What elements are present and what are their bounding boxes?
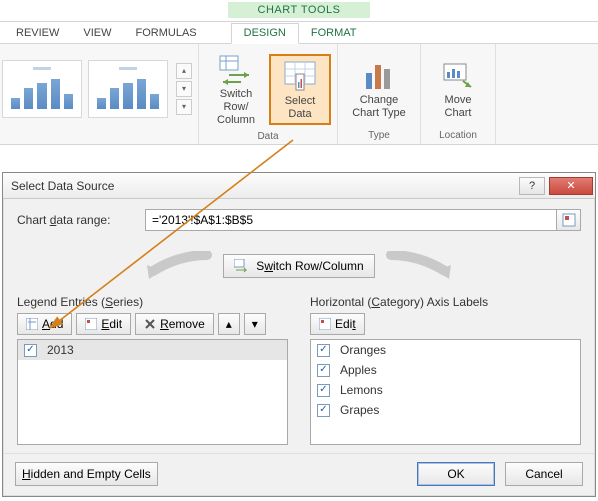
group-data: Switch Row/Column [199, 44, 338, 144]
category-label: Grapes [340, 403, 379, 417]
list-item[interactable]: ✓ Grapes [311, 400, 580, 420]
edit-icon [85, 318, 97, 330]
chart-data-range-row: Chart data range: [17, 209, 581, 231]
remove-series-button[interactable]: Remove [135, 313, 214, 335]
switch-row-column-dialog-button[interactable]: Switch Row/Column [223, 254, 374, 278]
tab-format[interactable]: FORMAT [299, 24, 369, 43]
ok-button[interactable]: OK [417, 462, 495, 486]
chevron-up-icon: ▴ [226, 317, 232, 331]
series-listbox[interactable]: ✓ 2013 [17, 339, 288, 445]
chart-style-1[interactable] [2, 60, 82, 118]
cancel-button[interactable]: Cancel [505, 462, 583, 486]
switch-icon [234, 259, 250, 273]
chart-data-range-input[interactable] [145, 209, 557, 231]
list-item[interactable]: ✓ Apples [311, 360, 580, 380]
select-data-source-dialog: Select Data Source ? ✕ Chart data range: [2, 172, 596, 497]
series-label: 2013 [47, 343, 74, 357]
add-icon [26, 318, 38, 330]
ribbon-groups: ▴ ▾ ▾ [0, 44, 598, 144]
category-label: Oranges [340, 343, 386, 357]
group-caption-data: Data [257, 130, 278, 143]
checkbox[interactable]: ✓ [317, 384, 330, 397]
list-item[interactable]: ✓ Oranges [311, 340, 580, 360]
tab-formulas[interactable]: FORMULAS [124, 24, 209, 43]
range-selector-button[interactable] [557, 209, 581, 231]
chevron-down-icon: ▾ [252, 317, 258, 331]
change-chart-type-button[interactable]: ChangeChart Type [344, 54, 414, 123]
edit-icon [319, 318, 331, 330]
help-button[interactable]: ? [519, 177, 545, 195]
arrow-left-icon [129, 251, 213, 281]
hidden-empty-cells-button[interactable]: Hidden and Empty Cells [15, 462, 158, 486]
edit-axis-labels-button[interactable]: Edit [310, 313, 365, 335]
ribbon: CHART TOOLS REVIEW VIEW FORMULAS DESIGN … [0, 0, 598, 145]
checkbox[interactable]: ✓ [24, 344, 37, 357]
arrow-right-icon [385, 251, 469, 281]
close-button[interactable]: ✕ [549, 177, 593, 195]
group-location: MoveChart Location [421, 44, 496, 144]
change-chart-type-icon [362, 59, 396, 91]
chart-data-range-label: Chart data range: [17, 213, 145, 227]
list-item[interactable]: ✓ Lemons [311, 380, 580, 400]
chart-style-scroll-down-icon[interactable]: ▾ [176, 81, 192, 97]
group-caption-location: Location [439, 129, 477, 142]
dialog-footer: Hidden and Empty Cells OK Cancel [3, 453, 595, 496]
chart-style-2[interactable] [88, 60, 168, 118]
select-data-button[interactable]: SelectData [269, 54, 331, 125]
switch-row-column-button[interactable]: Switch Row/Column [205, 48, 267, 130]
list-item[interactable]: ✓ 2013 [18, 340, 287, 360]
help-icon: ? [529, 180, 535, 192]
chart-tools-contextual-tab: CHART TOOLS [0, 0, 598, 22]
dialog-title: Select Data Source [11, 179, 114, 193]
select-data-icon [283, 60, 317, 92]
group-caption-type: Type [368, 129, 390, 142]
legend-entries-section: Legend Entries (Series) Add Edit Remove [17, 295, 288, 445]
range-selector-icon [562, 213, 576, 227]
edit-series-button[interactable]: Edit [76, 313, 131, 335]
tab-view[interactable]: VIEW [71, 24, 123, 43]
chart-style-more-icon[interactable]: ▾ [176, 99, 192, 115]
category-label: Apples [340, 363, 377, 377]
checkbox[interactable]: ✓ [317, 364, 330, 377]
axis-labels-listbox[interactable]: ✓ Oranges ✓ Apples ✓ Lemons ✓ Grapes [310, 339, 581, 445]
chart-style-scroll-up-icon[interactable]: ▴ [176, 63, 192, 79]
group-caption-chart-styles [95, 129, 98, 142]
move-series-up-button[interactable]: ▴ [218, 313, 240, 335]
checkbox[interactable]: ✓ [317, 344, 330, 357]
legend-entries-title: Legend Entries (Series) [17, 295, 288, 309]
group-chart-styles: ▴ ▾ ▾ [0, 44, 199, 144]
axis-labels-title: Horizontal (Category) Axis Labels [310, 295, 581, 309]
axis-labels-section: Horizontal (Category) Axis Labels Edit ✓… [310, 295, 581, 445]
switch-row-column-row: Switch Row/Column [17, 251, 581, 281]
close-icon: ✕ [566, 179, 575, 192]
move-chart-button[interactable]: MoveChart [427, 54, 489, 123]
move-series-down-button[interactable]: ▾ [244, 313, 266, 335]
category-label: Lemons [340, 383, 383, 397]
group-type: ChangeChart Type Type [338, 44, 421, 144]
ribbon-tabs: REVIEW VIEW FORMULAS DESIGN FORMAT [0, 22, 598, 44]
tab-review[interactable]: REVIEW [4, 24, 71, 43]
tab-design[interactable]: DESIGN [231, 23, 299, 44]
switch-row-column-icon [219, 53, 253, 85]
chart-style-scroll: ▴ ▾ ▾ [176, 63, 192, 115]
move-chart-icon [441, 59, 475, 91]
dialog-titlebar[interactable]: Select Data Source ? ✕ [3, 173, 595, 199]
remove-icon [144, 318, 156, 330]
add-series-button[interactable]: Add [17, 313, 72, 335]
checkbox[interactable]: ✓ [317, 404, 330, 417]
